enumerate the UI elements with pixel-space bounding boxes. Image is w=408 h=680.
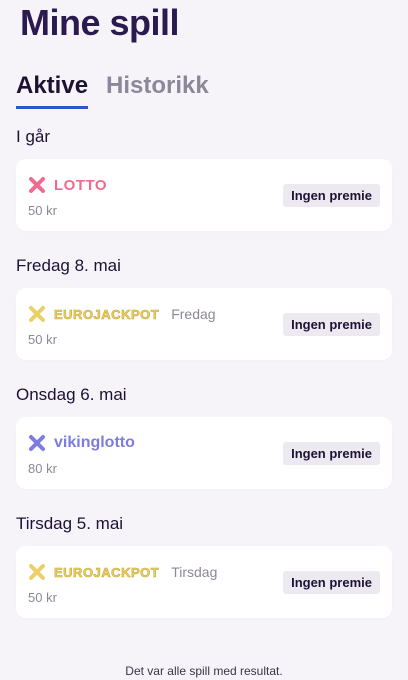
section-date: I går [16, 127, 51, 146]
page-title: Mine spill [20, 2, 180, 43]
game-logo-text: EUROJACKPOT [54, 306, 160, 322]
status-badge: Ingen premie [283, 571, 380, 594]
status-badge: Ingen premie [283, 313, 380, 336]
x-cross-icon [29, 435, 45, 451]
game-logo: EUROJACKPOT Fredag [28, 305, 216, 323]
game-logo-text: LOTTO [54, 176, 108, 194]
game-section: Fredag 8. mai EUROJACKPOT Fredag 50 kr I… [16, 256, 392, 360]
status-badge: Ingen premie [283, 442, 380, 465]
end-of-list-message: Det var alle spill med resultat. [125, 664, 283, 678]
tab-aktive[interactable]: Aktive [16, 72, 89, 109]
section-date: Tirsdag 5. mai [16, 514, 124, 533]
x-cross-icon [29, 306, 45, 322]
game-logo-text: vikinglotto [54, 434, 135, 451]
price: 50 kr [28, 332, 57, 347]
price: 80 kr [28, 461, 57, 476]
game-logo-text: EUROJACKPOT [54, 564, 160, 580]
x-cross-icon [29, 564, 45, 580]
game-section: I går LOTTO 50 kr Ingen premie [16, 127, 392, 231]
x-cross-icon [29, 177, 45, 193]
game-logo: LOTTO [28, 176, 107, 194]
price: 50 kr [28, 203, 57, 218]
section-date: Onsdag 6. mai [16, 385, 127, 404]
draw-day: Fredag [171, 306, 216, 322]
game-card[interactable]: LOTTO 50 kr Ingen premie [16, 159, 392, 231]
game-logo: EUROJACKPOT Tirsdag [28, 563, 217, 581]
game-card[interactable]: EUROJACKPOT Fredag 50 kr Ingen premie [16, 288, 392, 360]
game-section: Onsdag 6. mai vikinglotto 80 kr Ingen pr… [16, 385, 392, 489]
status-badge: Ingen premie [283, 184, 380, 207]
game-section: Tirsdag 5. mai EUROJACKPOT Tirsdag 50 kr… [16, 514, 392, 618]
game-logo: vikinglotto [28, 434, 135, 452]
tab-historikk[interactable]: Historikk [106, 72, 209, 109]
game-card[interactable]: vikinglotto 80 kr Ingen premie [16, 417, 392, 489]
price: 50 kr [28, 590, 57, 605]
section-date: Fredag 8. mai [16, 256, 121, 275]
game-card[interactable]: EUROJACKPOT Tirsdag 50 kr Ingen premie [16, 546, 392, 618]
tab-bar: Aktive Historikk [16, 72, 209, 109]
draw-day: Tirsdag [171, 564, 218, 580]
